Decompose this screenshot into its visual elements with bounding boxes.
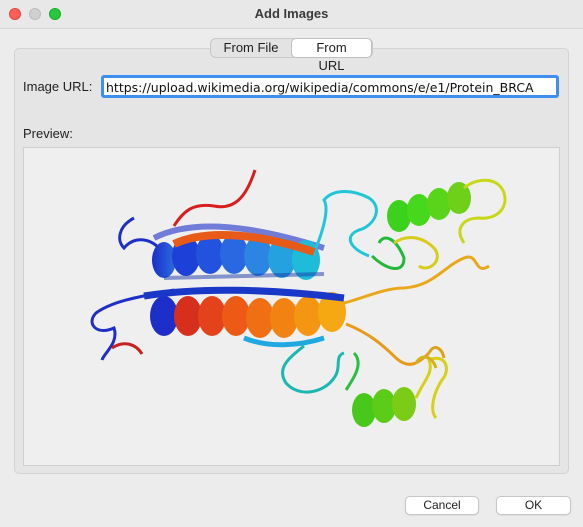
lower-helix bbox=[143, 286, 346, 348]
image-url-label: Image URL: bbox=[23, 79, 93, 94]
tab-from-file[interactable]: From File bbox=[211, 39, 291, 57]
upper-helix bbox=[152, 223, 325, 280]
preview-label: Preview: bbox=[23, 126, 73, 141]
image-url-input[interactable]: https://upload.wikimedia.org/wikipedia/c… bbox=[101, 75, 559, 98]
ok-button[interactable]: OK bbox=[496, 496, 571, 515]
add-images-dialog: Add Images From File From URL Image URL:… bbox=[0, 0, 583, 527]
title-bar: Add Images bbox=[0, 0, 583, 29]
source-tabs: From File From URL bbox=[210, 38, 373, 73]
tab-from-url[interactable]: From URL bbox=[291, 38, 372, 73]
cancel-button[interactable]: Cancel bbox=[405, 496, 479, 515]
green-helix-top bbox=[370, 178, 507, 270]
protein-ribbon-image bbox=[90, 169, 507, 427]
window-title: Add Images bbox=[254, 6, 329, 21]
preview-area bbox=[23, 147, 560, 466]
